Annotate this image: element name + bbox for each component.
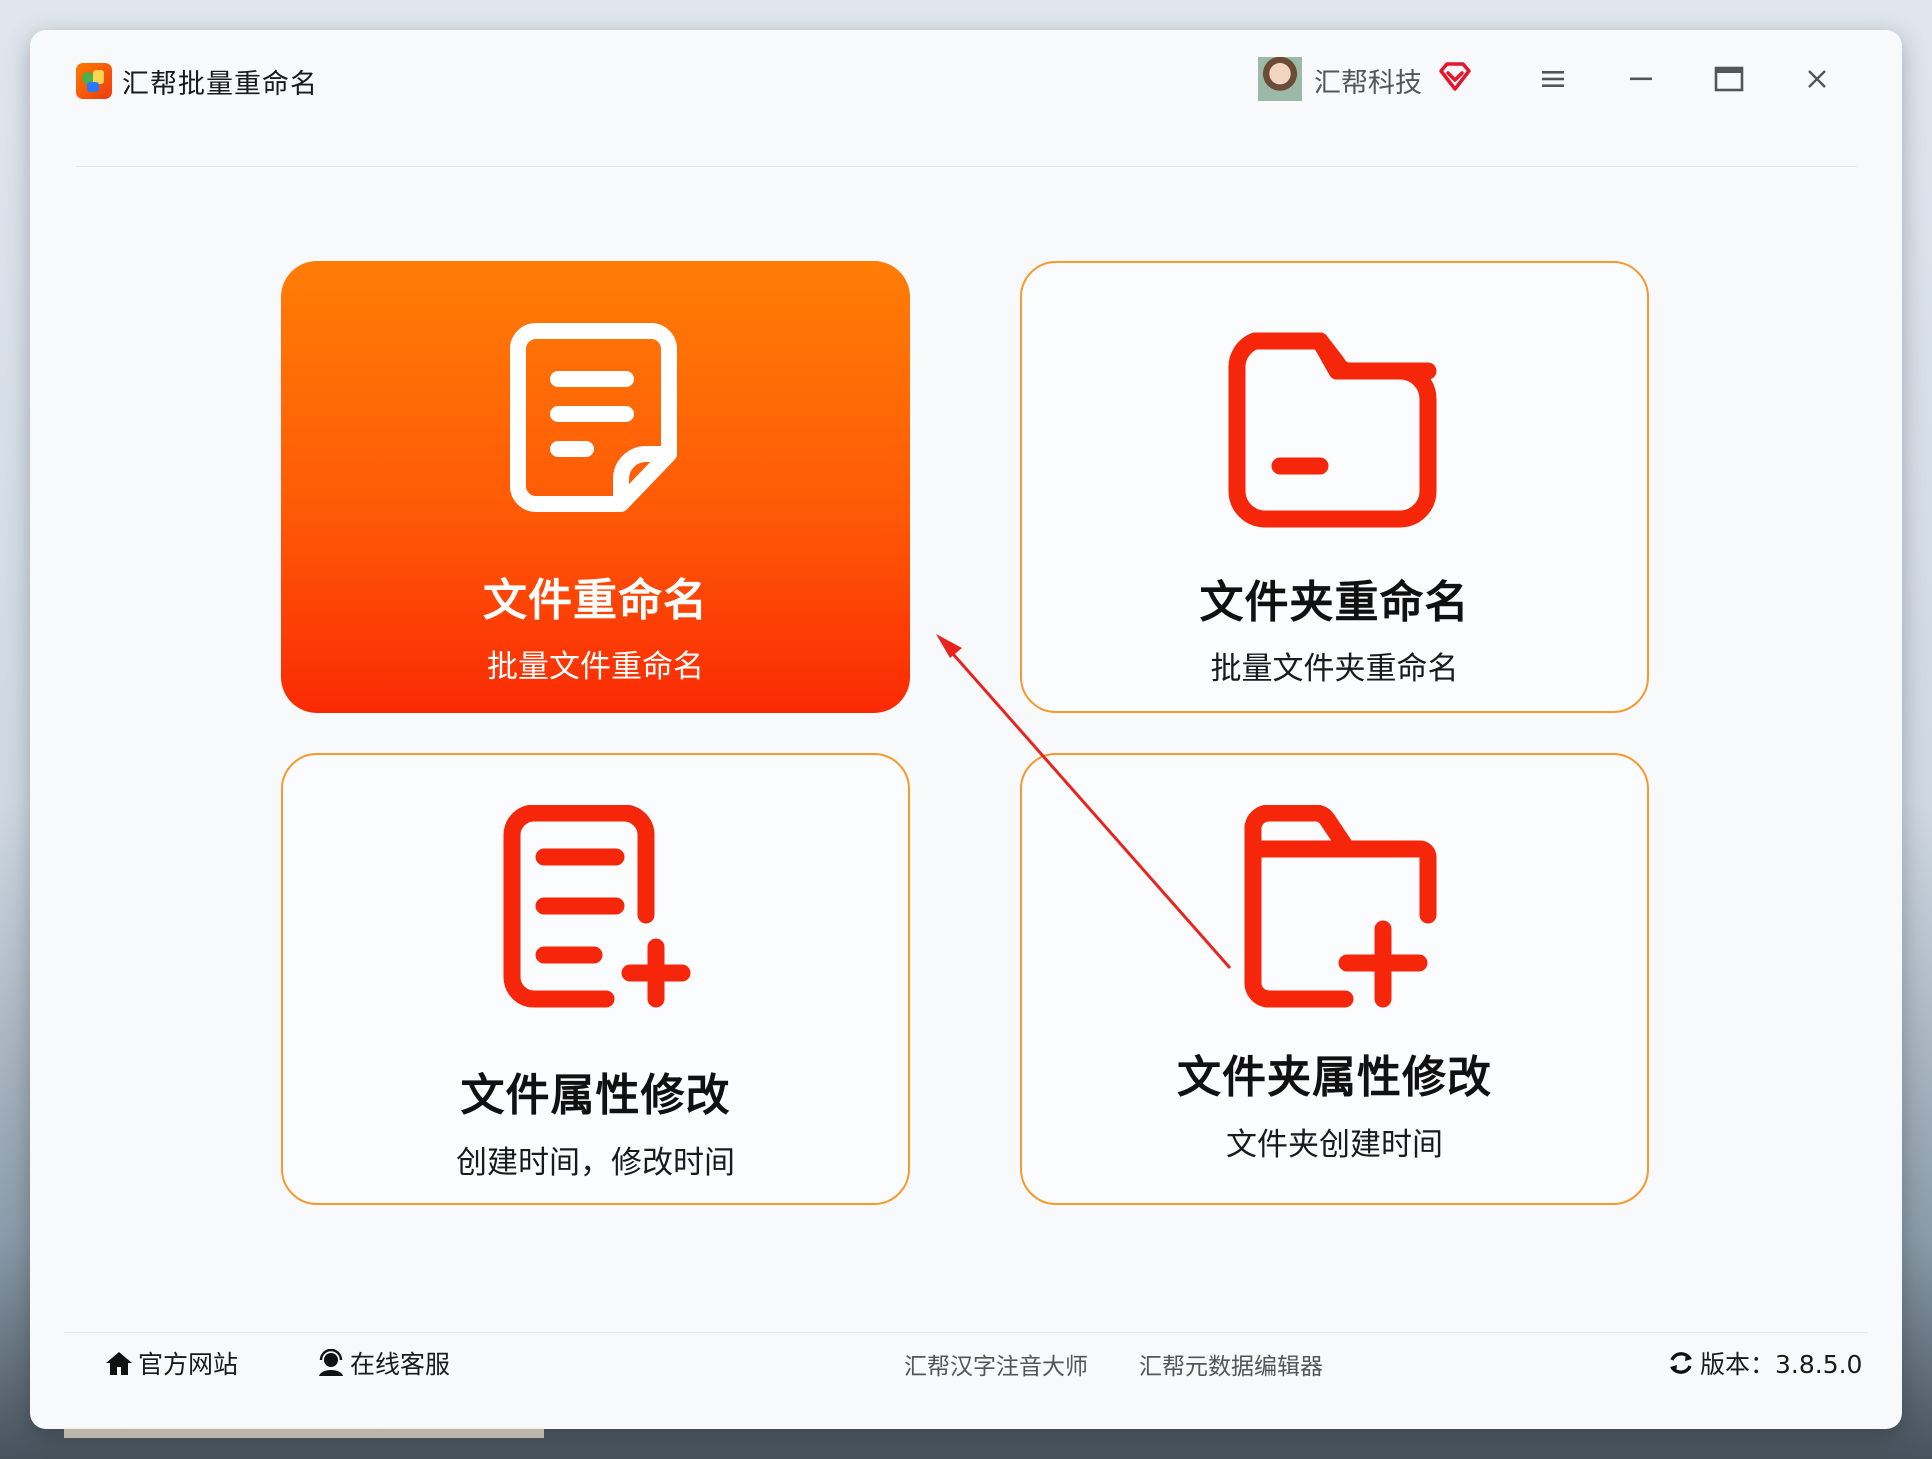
annotation-arrow-icon: [936, 634, 1232, 969]
taskbar-hint: [64, 1428, 544, 1438]
